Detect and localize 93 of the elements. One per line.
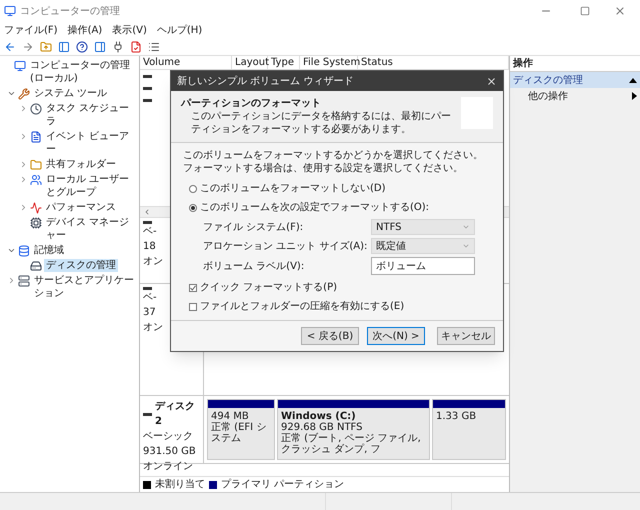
- maximize-icon[interactable]: [580, 6, 590, 16]
- instruction-text: このボリュームをフォーマットするかどうかを選択してください。フォーマットする場合は、使用する設定を選択してください。: [183, 149, 484, 175]
- window-title: コンピューターの管理: [20, 4, 120, 18]
- tree-item[interactable]: サービスとアプリケーション: [32, 274, 139, 300]
- partition-info: 929.68 GB NTFS: [281, 422, 364, 433]
- tree-item[interactable]: イベント ビューアー: [44, 130, 139, 156]
- back-icon[interactable]: [4, 40, 16, 52]
- action-item[interactable]: 他の操作: [510, 88, 640, 104]
- checkbox-option[interactable]: クイック フォーマットする(P): [189, 280, 491, 295]
- folder-up-icon[interactable]: [40, 40, 52, 52]
- disk-info: オン: [143, 256, 163, 267]
- disk-info: 37: [143, 307, 156, 318]
- close-icon[interactable]: [614, 5, 626, 17]
- column-header[interactable]: File System: [300, 56, 358, 69]
- tree-item[interactable]: ディスクの管理: [44, 259, 118, 272]
- partition-info: 494 MB: [211, 411, 250, 422]
- tree-item[interactable]: 記憶域: [32, 244, 66, 257]
- submenu-arrow-icon[interactable]: [632, 92, 637, 100]
- tree-item[interactable]: コンピューターの管理 (ローカル): [28, 59, 139, 85]
- radio-option[interactable]: このボリュームを次の設定でフォーマットする(O):: [189, 200, 491, 215]
- input-field[interactable]: ボリューム: [371, 257, 475, 275]
- panel-icon[interactable]: [58, 40, 70, 52]
- menu-item[interactable]: ヘルプ(H): [156, 22, 202, 38]
- disk-info: ベ-: [143, 226, 157, 237]
- partition-block[interactable]: 1.33 GB: [432, 399, 506, 460]
- server-icon: [18, 275, 30, 287]
- device-icon: [30, 217, 42, 229]
- drive-icon: [30, 260, 42, 272]
- close-icon[interactable]: [486, 76, 497, 86]
- menu-item[interactable]: 表示(V): [112, 22, 147, 38]
- tree-item[interactable]: パフォーマンス: [44, 201, 118, 214]
- column-header[interactable]: Volume: [140, 56, 232, 69]
- radio-option[interactable]: このボリュームをフォーマットしない(D): [189, 181, 491, 196]
- caret-icon: [462, 223, 470, 231]
- page-description: このパーティションにデータを格納するには、最初にパーティションをフォーマットする必要があります。: [190, 110, 452, 136]
- partition-title: Windows (C:): [281, 411, 357, 422]
- tree-item[interactable]: デバイス マネージャー: [44, 216, 139, 242]
- disk-info: オン: [143, 322, 163, 333]
- column-header[interactable]: Type: [268, 56, 300, 69]
- dropdown-field[interactable]: NTFS: [371, 219, 475, 235]
- column-header[interactable]: Status: [358, 56, 509, 69]
- wrench-icon: [18, 88, 30, 100]
- menu-item[interactable]: 操作(A): [68, 22, 102, 38]
- radio-icon[interactable]: [189, 204, 197, 212]
- dropdown-field[interactable]: 既定値: [371, 238, 475, 254]
- partition-info: 1.33 GB: [436, 411, 478, 422]
- scroll-left-icon[interactable]: [143, 208, 151, 216]
- field-label: アロケーション ユニット サイズ(A):: [203, 240, 368, 254]
- checkbox-icon[interactable]: [189, 284, 197, 292]
- checkbox-option[interactable]: ファイルとフォルダーの圧縮を有効にする(E): [189, 299, 491, 314]
- clock-icon: [30, 103, 42, 115]
- checkbox-icon[interactable]: [189, 302, 197, 310]
- dialog-title: 新しいシンプル ボリューム ウィザード: [177, 74, 354, 88]
- partition-info: 正常 (ブート, ページ ファイル, クラッシュ ダンプ, フ: [281, 433, 422, 455]
- dialog-button[interactable]: < 戻る(B): [301, 327, 359, 345]
- app-icon: [4, 5, 16, 17]
- caret-icon: [462, 242, 470, 250]
- actions-header: 操作: [510, 56, 640, 72]
- checklist-icon[interactable]: [130, 40, 142, 52]
- tree-item[interactable]: タスク スケジューラ: [44, 102, 139, 128]
- field-label: ボリューム ラベル(V):: [203, 260, 306, 274]
- legend-label: プライマリ パーティション: [221, 478, 344, 492]
- field-label: ファイル システム(F):: [203, 220, 304, 234]
- plug-icon[interactable]: [112, 40, 124, 52]
- forward-icon[interactable]: [22, 40, 34, 52]
- disk-info: 18: [143, 241, 156, 252]
- disk-name: ディスク 2: [155, 400, 196, 429]
- panel-icon[interactable]: [94, 40, 106, 52]
- column-header[interactable]: Layout: [232, 56, 268, 69]
- collapse-arrow-icon[interactable]: [629, 78, 637, 82]
- dialog-button[interactable]: キャンセル: [437, 327, 495, 345]
- page-heading: パーティションのフォーマット: [181, 97, 322, 110]
- folder-icon: [30, 159, 42, 171]
- radio-icon[interactable]: [189, 184, 197, 192]
- tree-item[interactable]: ローカル ユーザーとグループ: [44, 173, 139, 199]
- storage-icon: [18, 245, 30, 257]
- partition-block[interactable]: 494 MB 正常 (EFI システム: [207, 399, 275, 460]
- disk-info: ベ-: [143, 292, 157, 303]
- disk-info: オンライン: [143, 461, 193, 472]
- help-icon[interactable]: [76, 40, 88, 52]
- partition-info: 正常 (EFI システム: [211, 422, 268, 444]
- partition-block[interactable]: Windows (C:) 929.68 GB NTFS 正常 (ブート, ページ ファイル, クラッシュ ダンプ, フ: [277, 399, 430, 460]
- users-icon: [30, 174, 42, 186]
- log-icon: [30, 131, 42, 143]
- dialog-button[interactable]: 次へ(N) >: [367, 327, 425, 345]
- tree-item[interactable]: 共有フォルダー: [44, 158, 118, 171]
- legend-label: 未割り当て: [155, 478, 205, 492]
- disk-info: ベーシック: [143, 431, 193, 442]
- disk-info: 931.50 GB: [143, 446, 196, 457]
- computer-icon: [14, 60, 26, 72]
- menu-item[interactable]: ファイル(F): [4, 22, 58, 38]
- actions-section[interactable]: ディスクの管理: [510, 72, 640, 88]
- tree-item[interactable]: システム ツール: [32, 87, 110, 100]
